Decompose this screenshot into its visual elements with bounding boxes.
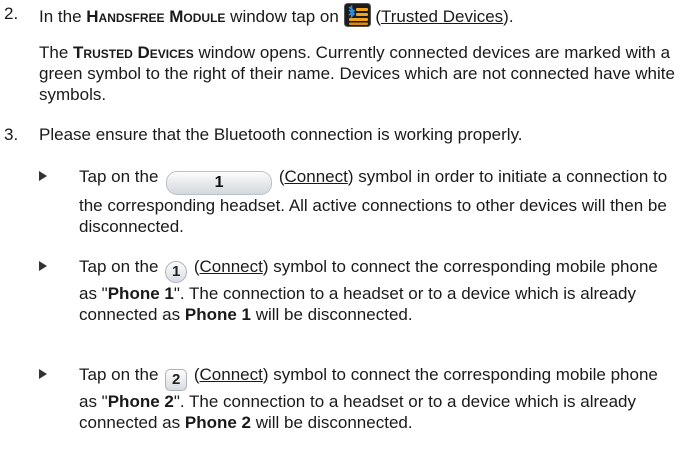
step-number: 3. (4, 125, 19, 144)
step-3-instruction: Please ensure that the Bluetooth connect… (39, 125, 523, 144)
phone-label: Phone 1 (107, 284, 174, 303)
text: Tap on the (79, 257, 164, 276)
text: In the (39, 7, 87, 26)
connect-link[interactable]: Connect (200, 365, 263, 384)
triangle-bullet-icon (39, 369, 47, 379)
connect-headset-button-symbol[interactable]: 1 (166, 171, 273, 195)
phone-label: Phone 1 (184, 305, 251, 324)
text: ). (503, 7, 514, 26)
step-3-body: Please ensure that the Bluetooth connect… (39, 124, 683, 145)
connect-phone-1-symbol[interactable]: 1 (165, 261, 188, 283)
step-number: 2. (4, 4, 19, 23)
module-name: Handsfree Module (86, 7, 226, 26)
text: will be disconnected. (250, 305, 413, 324)
bullet-text: Tap on the 2 (Connect) symbol to connect… (79, 364, 679, 433)
phone-label: Phone 2 (107, 392, 174, 411)
text: Tap on the (79, 167, 164, 186)
text: window tap on (225, 7, 344, 26)
connect-phone-2-symbol[interactable]: 2 (165, 369, 188, 391)
text: ( (189, 365, 200, 384)
connect-link[interactable]: Connect (200, 257, 263, 276)
bullet-text: Tap on the 1 (Connect) symbol to connect… (79, 256, 679, 325)
triangle-bullet-icon (39, 171, 47, 181)
text: Tap on the (79, 365, 164, 384)
trusted-devices-icon (343, 3, 371, 32)
phone-label: Phone 2 (184, 413, 251, 432)
text: The (39, 43, 74, 62)
text: ( (274, 167, 285, 186)
manual-page: 2. In the Handsfree Module window tap on… (0, 0, 689, 462)
text: ( (189, 257, 200, 276)
connect-link[interactable]: Connect (285, 167, 348, 186)
step-2-description: The Trusted Devices window opens. Curren… (39, 42, 683, 105)
text: will be disconnected. (250, 413, 413, 432)
step-2-body: In the Handsfree Module window tap on (T… (39, 3, 683, 105)
window-name: Trusted Devices (73, 43, 194, 62)
trusted-devices-link[interactable]: Trusted Devices (381, 7, 503, 26)
bullet-text: Tap on the 1 (Connect) symbol in order t… (79, 166, 679, 237)
step-2-instruction: In the Handsfree Module window tap on (T… (39, 3, 683, 32)
triangle-bullet-icon (39, 261, 47, 271)
